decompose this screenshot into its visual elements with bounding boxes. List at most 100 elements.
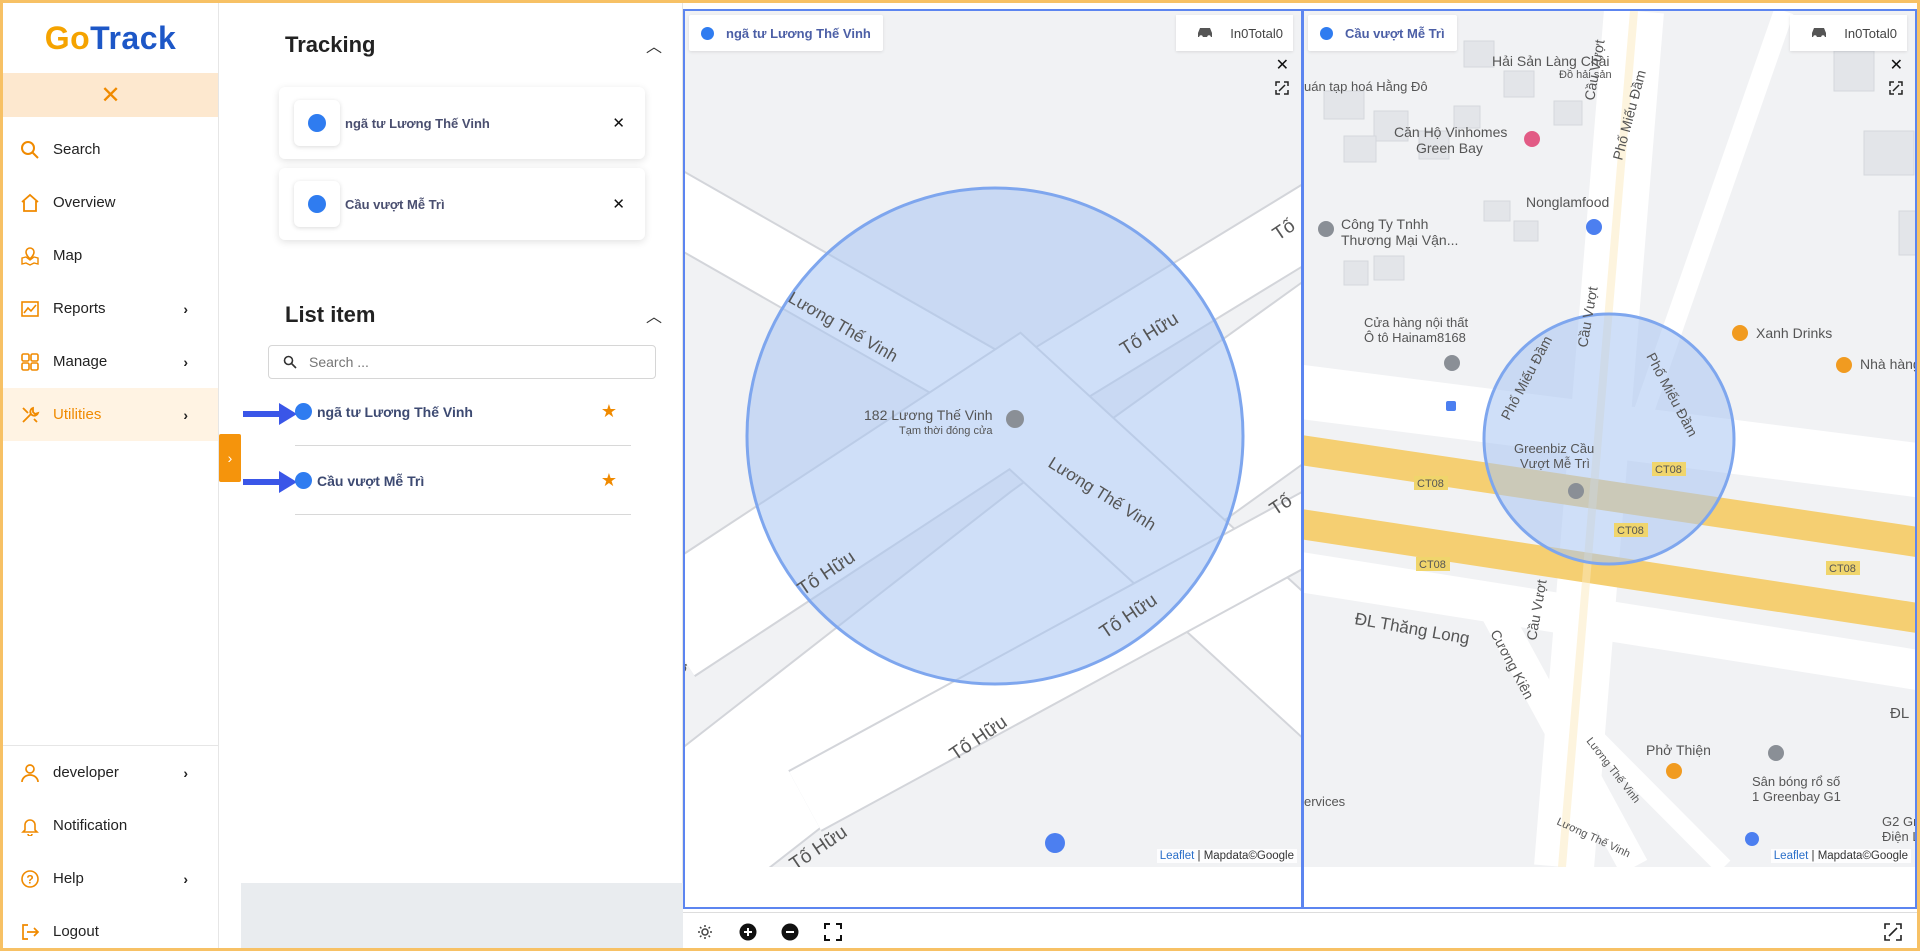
shop-marker-icon[interactable]: [1045, 833, 1065, 853]
home-icon: [19, 192, 41, 214]
bus-stop-icon[interactable]: [1446, 401, 1456, 411]
map-pane-2[interactable]: Hải Sản Làng Chài Đồ hải sản uán tạp hoá…: [1302, 9, 1917, 909]
sidebar-item-label: Help: [53, 870, 84, 887]
chart-icon: [19, 298, 41, 320]
vehicle-count-badge: In0Total0: [1790, 15, 1907, 51]
blue-dot-icon: [1320, 26, 1333, 40]
map-close-icon[interactable]: ✕: [1890, 55, 1903, 75]
sidebar: GoTrack ✕ Search Overview Map Reports › …: [3, 3, 219, 948]
list-item[interactable]: Cầu vượt Mễ Trì ★: [295, 447, 631, 515]
fit-screen-icon[interactable]: [823, 922, 843, 942]
sidebar-item-search[interactable]: Search: [3, 123, 218, 176]
settings-gear-icon[interactable]: [695, 922, 715, 942]
poi-name: Điện L: [1882, 829, 1917, 844]
arrow-pointer-icon: [243, 403, 297, 425]
logo-track: Track: [90, 19, 177, 56]
tracking-collapse-chevron-up-icon[interactable]: ︿: [646, 33, 662, 57]
bell-icon: [19, 815, 41, 837]
map-title-chip: Cầu vượt Mễ Trì: [1308, 15, 1457, 51]
poi-status: Tạm thời đóng cửa: [899, 425, 993, 437]
fullscreen-icon[interactable]: [1883, 922, 1903, 942]
chevron-right-icon: ›: [183, 764, 188, 781]
sidebar-item-label: Overview: [53, 194, 116, 211]
remove-tracking-close-icon[interactable]: ✕: [612, 195, 625, 213]
poi-marker-icon[interactable]: [1768, 745, 1784, 761]
sidebar-item-manage[interactable]: Manage ›: [3, 335, 218, 388]
chevron-right-icon: ›: [183, 870, 188, 887]
pin-icon[interactable]: [1524, 131, 1540, 147]
sidebar-item-label: Utilities: [53, 406, 102, 423]
logout-icon: [19, 921, 41, 943]
poi-name: Vượt Mễ Trì: [1520, 456, 1590, 471]
user-icon: [19, 762, 41, 784]
list-item-name: ngã tư Lương Thế Vinh: [317, 403, 473, 420]
help-icon: ?: [19, 868, 41, 890]
tracking-card-name: ngã tư Lương Thế Vinh: [345, 115, 490, 131]
sidebar-item-label: Manage: [53, 353, 108, 370]
restaurant-marker-icon[interactable]: [1666, 763, 1682, 779]
sidebar-item-map[interactable]: Map: [3, 229, 218, 282]
fullscreen-icon[interactable]: [1889, 81, 1903, 95]
sidebar-close-button[interactable]: ✕: [3, 73, 218, 117]
grid-icon: [19, 351, 41, 373]
poi-marker-icon[interactable]: [1318, 221, 1334, 237]
fullscreen-icon[interactable]: [1275, 81, 1289, 95]
list-item-name: Cầu vượt Mễ Trì: [317, 472, 425, 489]
map-canvas[interactable]: Hải Sản Làng Chài Đồ hải sản uán tạp hoá…: [1304, 11, 1917, 867]
route-badge: CT08: [1419, 559, 1446, 571]
poi-name: G2 Gre: [1882, 814, 1917, 829]
poi-marker-icon[interactable]: [1444, 355, 1460, 371]
tools-icon: [19, 404, 41, 426]
star-icon[interactable]: ★: [601, 470, 617, 491]
sidebar-item-reports[interactable]: Reports ›: [3, 282, 218, 335]
panel-footer-area: [241, 883, 683, 948]
leaflet-link[interactable]: Leaflet: [1774, 850, 1809, 862]
panel-toggle-button[interactable]: ›: [219, 434, 241, 482]
map-close-icon[interactable]: ✕: [1276, 55, 1289, 75]
poi-name: Nhà hàng: [1860, 356, 1917, 372]
route-badge: CT08: [1829, 563, 1856, 575]
list-collapse-chevron-up-icon[interactable]: ︿: [646, 303, 662, 327]
sidebar-item-logout[interactable]: Logout: [3, 905, 218, 951]
poi-name: Greenbiz Cầu: [1514, 441, 1594, 456]
route-badge: CT08: [1417, 478, 1444, 490]
poi-marker-icon[interactable]: [1006, 410, 1024, 428]
main-menu: Search Overview Map Reports › Manage › U…: [3, 123, 218, 441]
sidebar-item-overview[interactable]: Overview: [3, 176, 218, 229]
sidebar-item-help[interactable]: ? Help ›: [3, 852, 218, 905]
leaflet-link[interactable]: Leaflet: [1160, 850, 1195, 862]
tracking-card[interactable]: ngã tư Lương Thế Vinh ✕: [279, 87, 645, 159]
zoom-out-icon[interactable]: [780, 922, 800, 942]
restaurant-marker-icon[interactable]: [1732, 325, 1748, 341]
bottom-menu: developer › Notification ? Help › Logout: [3, 745, 218, 951]
logo[interactable]: GoTrack: [3, 3, 218, 73]
shop-marker-icon[interactable]: [1586, 219, 1602, 235]
zoom-in-icon[interactable]: [738, 922, 758, 942]
map-pane-1[interactable]: Lương Thế Vinh Lương Thế Vinh Tố Hữu Tố …: [683, 9, 1303, 909]
star-icon[interactable]: ★: [601, 401, 617, 422]
sidebar-item-label: Notification: [53, 817, 128, 834]
sidebar-item-label: Map: [53, 247, 83, 264]
shop-marker-icon[interactable]: [1745, 832, 1759, 846]
map-bottom-strip: [1304, 867, 1915, 907]
poi-marker-icon[interactable]: [1568, 483, 1584, 499]
map-canvas[interactable]: Lương Thế Vinh Lương Thế Vinh Tố Hữu Tố …: [685, 11, 1303, 867]
tracking-card[interactable]: Cầu vượt Mễ Trì ✕: [279, 168, 645, 240]
tracking-card-name: Cầu vượt Mễ Trì: [345, 196, 445, 212]
sidebar-item-developer[interactable]: developer ›: [3, 746, 218, 799]
list-search-input[interactable]: [309, 354, 629, 370]
arrow-pointer-icon: [243, 471, 297, 493]
search-icon: [19, 139, 41, 161]
sidebar-item-label: Reports: [53, 300, 106, 317]
attribution-text: | Mapdata©Google: [1194, 850, 1295, 862]
map-attribution: Leaflet | Mapdata©Google: [1156, 849, 1297, 863]
restaurant-marker-icon[interactable]: [1836, 357, 1852, 373]
sidebar-item-utilities[interactable]: Utilities ›: [3, 388, 218, 441]
sidebar-item-notification[interactable]: Notification: [3, 799, 218, 852]
remove-tracking-close-icon[interactable]: ✕: [612, 114, 625, 132]
list-search-box[interactable]: [268, 345, 656, 379]
poi-name: Sân bóng rổ số: [1752, 774, 1840, 789]
list-item-title: List item: [285, 302, 376, 327]
list-item[interactable]: ngã tư Lương Thế Vinh ★: [295, 378, 631, 446]
logo-go: Go: [44, 19, 91, 56]
